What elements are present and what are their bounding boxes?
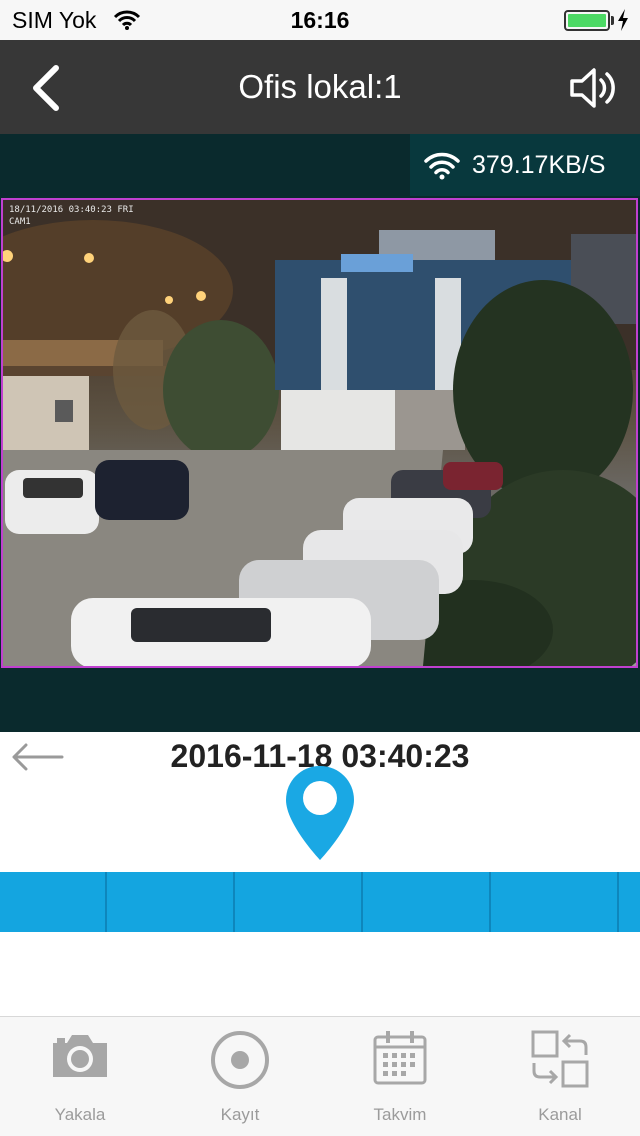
video-area: 379.17KB/S 18/11/2016 03:40:23 FRI CAM1	[0, 134, 640, 732]
tab-label: Kayıt	[220, 1105, 260, 1124]
tab-channel[interactable]: Kanal	[480, 1017, 640, 1136]
tab-label: Kanal	[538, 1105, 582, 1124]
tab-label: Yakala	[54, 1105, 106, 1124]
speaker-icon	[570, 68, 615, 108]
navigation-bar: Ofis lokal:1	[0, 40, 640, 134]
timeline-empty-area	[0, 932, 640, 1016]
tab-label: Takvim	[373, 1105, 427, 1124]
timeline-tick	[233, 872, 235, 932]
calendar-icon	[373, 1031, 427, 1085]
camera-scene-image	[3, 200, 636, 666]
tab-calendar[interactable]: Takvim	[320, 1017, 480, 1136]
timeline-tick	[361, 872, 363, 932]
timeline-tick	[105, 872, 107, 932]
status-bar: SIM Yok 16:16	[0, 0, 640, 40]
switch-channel-icon	[531, 1030, 589, 1088]
timeline-header: 2016-11-18 03:40:23	[0, 732, 640, 872]
tab-bar: Yakala Kayıt Takvim Kanal	[0, 1016, 640, 1136]
camera-icon	[53, 1035, 107, 1077]
tab-record[interactable]: Kayıt	[160, 1017, 320, 1136]
status-time: 16:16	[290, 7, 350, 33]
timeline-bar[interactable]	[0, 872, 640, 932]
video-osd: 18/11/2016 03:40:23 FRI CAM1	[9, 204, 134, 228]
wifi-icon	[424, 152, 460, 180]
camera-video-feed[interactable]: 18/11/2016 03:40:23 FRI CAM1	[1, 198, 638, 668]
sound-toggle-button[interactable]	[568, 66, 620, 110]
charging-bolt-icon	[618, 9, 628, 31]
osd-timestamp: 18/11/2016 03:40:23 FRI	[9, 205, 134, 215]
timeline-tick	[489, 872, 491, 932]
record-icon	[211, 1031, 269, 1089]
osd-camera: CAM1	[9, 217, 31, 227]
bandwidth-speed: 379.17KB/S	[472, 151, 606, 179]
tab-capture[interactable]: Yakala	[0, 1017, 160, 1136]
location-pin-icon[interactable]	[284, 764, 356, 862]
bandwidth-indicator: 379.17KB/S	[410, 134, 640, 196]
battery-icon	[564, 10, 610, 31]
page-title: Ofis lokal:1	[238, 68, 402, 105]
timeline-tick	[617, 872, 619, 932]
